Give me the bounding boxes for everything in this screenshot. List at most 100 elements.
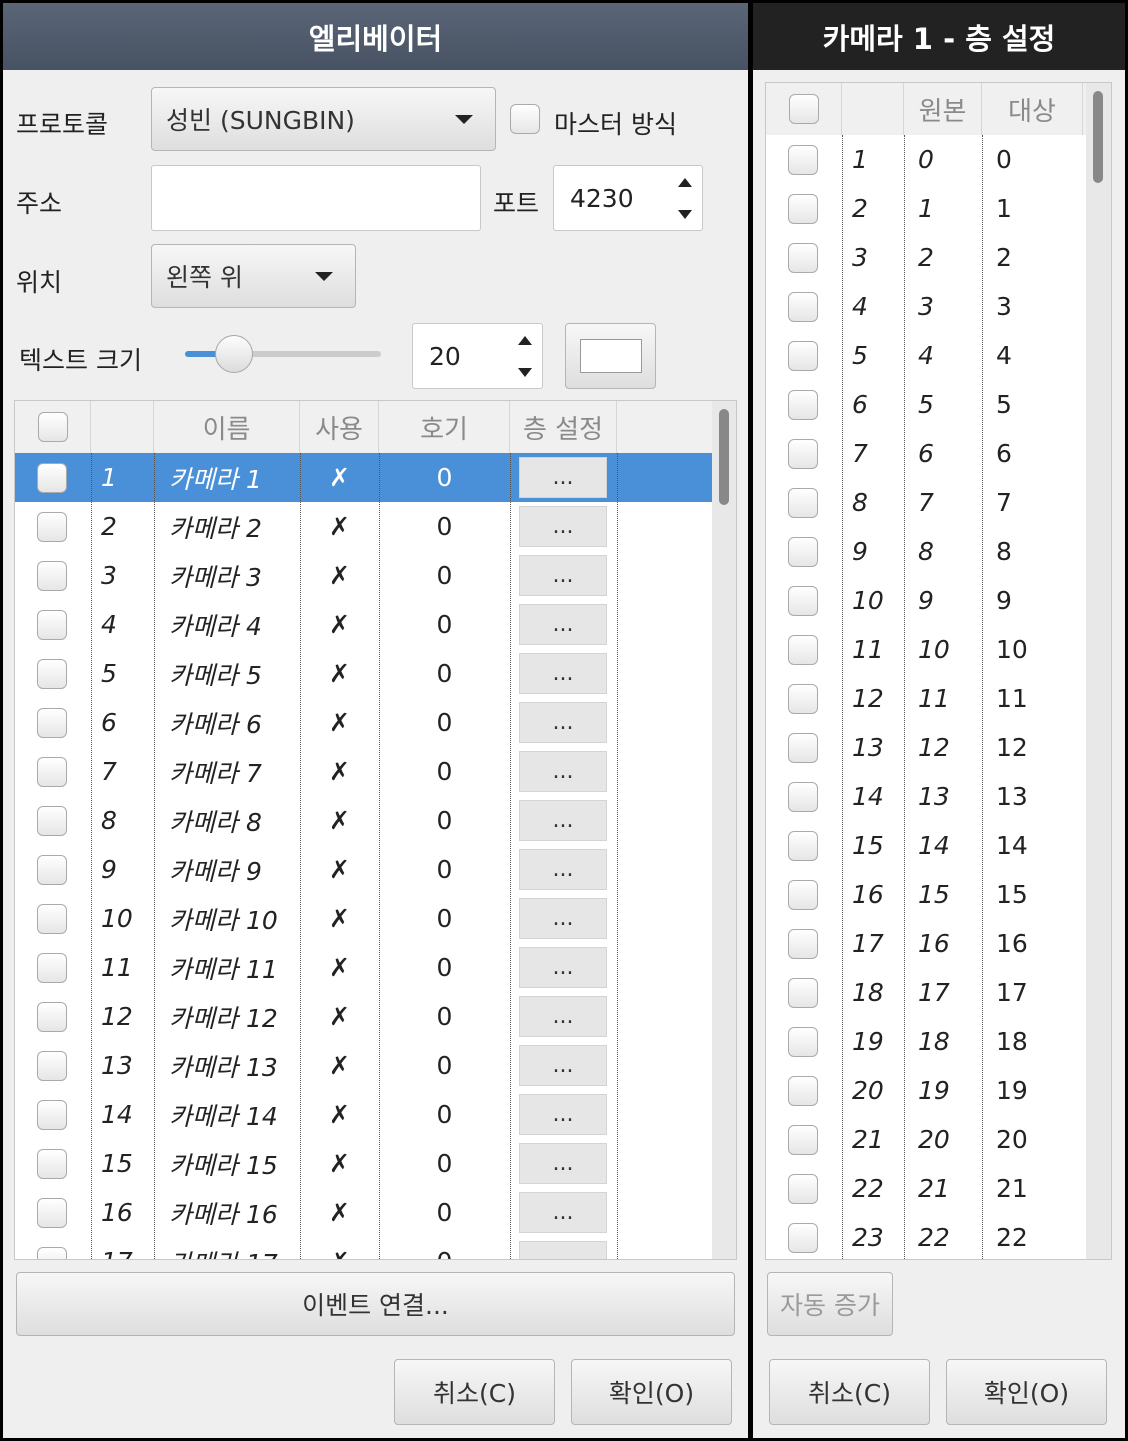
cancel-button[interactable]: 취소(C)	[394, 1359, 555, 1425]
table-row[interactable]: 16 15 15	[766, 870, 1086, 919]
source-floor[interactable]: 10	[918, 625, 950, 674]
row-checkbox[interactable]	[37, 502, 67, 551]
floor-setting-button[interactable]: ...	[519, 1045, 607, 1086]
use-mark[interactable]: ✗	[300, 943, 379, 992]
row-checkbox[interactable]	[788, 625, 818, 674]
row-checkbox[interactable]	[788, 478, 818, 527]
slider-handle[interactable]	[215, 335, 254, 373]
floor-setting-button[interactable]: ...	[519, 555, 607, 596]
scrollbar-thumb[interactable]	[719, 409, 729, 505]
unit-value[interactable]: 0	[379, 747, 510, 796]
table-scrollbar[interactable]	[712, 401, 736, 1259]
header-floor-setting[interactable]: 층 설정	[510, 401, 617, 453]
text-size-spin-buttons[interactable]	[508, 324, 542, 388]
protocol-dropdown[interactable]: 성빈 (SUNGBIN)	[151, 87, 496, 151]
table-row[interactable]: 4 3 3	[766, 282, 1086, 331]
row-checkbox[interactable]	[788, 723, 818, 772]
unit-value[interactable]: 0	[379, 1090, 510, 1139]
header-select-all[interactable]	[15, 401, 91, 453]
floor-setting-button[interactable]: ...	[519, 751, 607, 792]
table-row[interactable]: 10 카메라 10 ✗ 0...	[15, 894, 712, 943]
row-checkbox[interactable]	[788, 429, 818, 478]
row-checkbox[interactable]	[788, 1115, 818, 1164]
target-floor[interactable]: 7	[996, 478, 1012, 527]
unit-value[interactable]: 0	[379, 1237, 510, 1259]
table-row[interactable]: 18 17 17	[766, 968, 1086, 1017]
unit-value[interactable]: 0	[379, 453, 510, 502]
floor-setting-button[interactable]: ...	[519, 996, 607, 1037]
table-row[interactable]: 12 카메라 12 ✗ 0...	[15, 992, 712, 1041]
target-floor[interactable]: 10	[996, 625, 1028, 674]
table-row[interactable]: 14 13 13	[766, 772, 1086, 821]
table-row[interactable]: 14 카메라 14 ✗ 0...	[15, 1090, 712, 1139]
table-row[interactable]: 9 8 8	[766, 527, 1086, 576]
table-row[interactable]: 11 카메라 11 ✗ 0...	[15, 943, 712, 992]
target-floor[interactable]: 0	[996, 135, 1012, 184]
header-use[interactable]: 사용	[300, 401, 379, 453]
text-color-button[interactable]	[565, 323, 656, 389]
row-checkbox[interactable]	[37, 649, 67, 698]
spin-up-icon[interactable]	[678, 177, 692, 187]
header-select-all[interactable]	[766, 83, 842, 135]
row-checkbox[interactable]	[788, 821, 818, 870]
row-checkbox[interactable]	[788, 674, 818, 723]
floor-setting-button[interactable]: ...	[519, 457, 607, 498]
table-row[interactable]: 7 카메라 7 ✗ 0...	[15, 747, 712, 796]
table-row[interactable]: 13 12 12	[766, 723, 1086, 772]
row-checkbox[interactable]	[788, 135, 818, 184]
event-link-button[interactable]: 이벤트 연결...	[16, 1272, 735, 1336]
unit-value[interactable]: 0	[379, 1188, 510, 1237]
header-source[interactable]: 원본	[904, 83, 982, 135]
floor-setting-button[interactable]: ...	[519, 1241, 607, 1259]
target-floor[interactable]: 20	[996, 1115, 1028, 1164]
table-row[interactable]: 6 5 5	[766, 380, 1086, 429]
table-row[interactable]: 15 카메라 15 ✗ 0...	[15, 1139, 712, 1188]
source-floor[interactable]: 20	[918, 1115, 950, 1164]
row-checkbox[interactable]	[37, 551, 67, 600]
source-floor[interactable]: 5	[918, 380, 934, 429]
use-mark[interactable]: ✗	[300, 747, 379, 796]
floor-setting-button[interactable]: ...	[519, 800, 607, 841]
position-dropdown[interactable]: 왼쪽 위	[151, 244, 356, 308]
use-mark[interactable]: ✗	[300, 1237, 379, 1259]
target-floor[interactable]: 6	[996, 429, 1012, 478]
unit-value[interactable]: 0	[379, 845, 510, 894]
use-mark[interactable]: ✗	[300, 698, 379, 747]
spin-down-icon[interactable]	[518, 367, 532, 377]
row-checkbox[interactable]	[37, 600, 67, 649]
row-checkbox[interactable]	[37, 992, 67, 1041]
target-floor[interactable]: 4	[996, 331, 1012, 380]
target-floor[interactable]: 14	[996, 821, 1028, 870]
unit-value[interactable]: 0	[379, 502, 510, 551]
use-mark[interactable]: ✗	[300, 1090, 379, 1139]
row-checkbox[interactable]	[37, 747, 67, 796]
table-row[interactable]: 16 카메라 16 ✗ 0...	[15, 1188, 712, 1237]
floor-setting-button[interactable]: ...	[519, 604, 607, 645]
target-floor[interactable]: 3	[996, 282, 1012, 331]
source-floor[interactable]: 6	[918, 429, 934, 478]
row-checkbox[interactable]	[788, 184, 818, 233]
source-floor[interactable]: 16	[918, 919, 950, 968]
source-floor[interactable]: 21	[918, 1164, 950, 1213]
unit-value[interactable]: 0	[379, 551, 510, 600]
table-row[interactable]: 13 카메라 13 ✗ 0...	[15, 1041, 712, 1090]
port-spinbox[interactable]: 4230	[553, 165, 703, 231]
use-mark[interactable]: ✗	[300, 551, 379, 600]
row-checkbox[interactable]	[788, 919, 818, 968]
row-checkbox[interactable]	[37, 796, 67, 845]
table-row[interactable]: 3 2 2	[766, 233, 1086, 282]
use-mark[interactable]: ✗	[300, 453, 379, 502]
use-mark[interactable]: ✗	[300, 1188, 379, 1237]
use-mark[interactable]: ✗	[300, 1139, 379, 1188]
table-row[interactable]: 4 카메라 4 ✗ 0...	[15, 600, 712, 649]
table-row[interactable]: 2 1 1	[766, 184, 1086, 233]
text-size-slider[interactable]	[185, 333, 381, 375]
use-mark[interactable]: ✗	[300, 992, 379, 1041]
table-row[interactable]: 17 16 16	[766, 919, 1086, 968]
table-row[interactable]: 9 카메라 9 ✗ 0...	[15, 845, 712, 894]
source-floor[interactable]: 18	[918, 1017, 950, 1066]
target-floor[interactable]: 5	[996, 380, 1012, 429]
text-size-spinbox[interactable]: 20	[412, 323, 543, 389]
floor-setting-button[interactable]: ...	[519, 898, 607, 939]
floor-setting-button[interactable]: ...	[519, 653, 607, 694]
